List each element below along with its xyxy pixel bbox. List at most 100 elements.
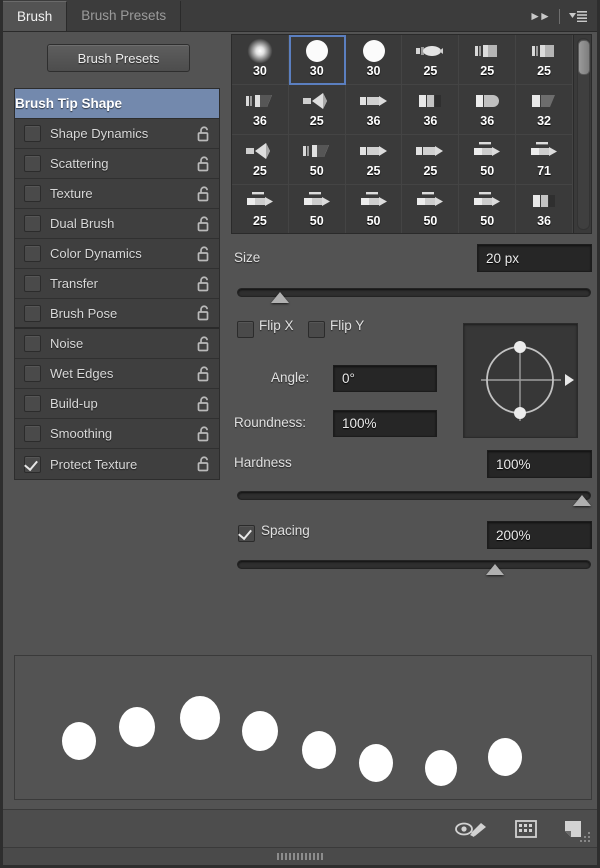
lock-icon[interactable] <box>193 149 215 179</box>
brush-tip-cell[interactable]: 71 <box>516 135 573 185</box>
tab-brush-presets[interactable]: Brush Presets <box>67 1 182 31</box>
brush-tip-cell[interactable]: 25 <box>516 35 573 85</box>
brush-tip-size: 50 <box>480 214 495 228</box>
sidebar-item-label: Brush Pose <box>50 305 118 321</box>
roundness-input[interactable]: 100% <box>333 410 437 437</box>
sidebar-item-shape-dynamics[interactable]: Shape Dynamics <box>15 119 219 149</box>
lock-icon[interactable] <box>193 119 215 149</box>
brush-tip-bristle-icon <box>356 188 392 214</box>
size-slider-thumb[interactable] <box>270 292 289 303</box>
sidebar-item-wet-edges[interactable]: Wet Edges <box>15 359 219 389</box>
lock-icon[interactable] <box>193 329 215 359</box>
spacing-input[interactable]: 200% <box>487 521 592 549</box>
brush-tip-cell[interactable]: 50 <box>288 135 346 185</box>
sidebar-item-checkbox[interactable] <box>24 335 41 352</box>
brush-tip-cell[interactable]: 30 <box>288 35 346 85</box>
brush-tip-angled-block-icon <box>526 88 562 114</box>
toggle-brush-settings-icon[interactable] <box>455 819 489 839</box>
size-slider-track[interactable] <box>237 288 591 297</box>
spacing-slider-thumb[interactable] <box>485 564 504 575</box>
sidebar-item-scattering[interactable]: Scattering <box>15 149 219 179</box>
sidebar-item-label: Noise <box>50 336 84 351</box>
sidebar-item-checkbox[interactable] <box>24 245 41 262</box>
brush-tip-cell[interactable]: 36 <box>232 85 289 135</box>
hardness-slider-track[interactable] <box>237 491 591 500</box>
panel-resize-bar[interactable] <box>3 847 597 865</box>
brush-tip-cell[interactable]: 25 <box>345 135 403 185</box>
lock-icon[interactable] <box>193 419 215 449</box>
sidebar-item-checkbox[interactable] <box>24 455 41 473</box>
brush-tip-cell[interactable]: 50 <box>459 185 517 233</box>
brush-tip-grid[interactable]: 30 30 30 25 25 25 36 25 36 36 36 32 25 50 25 25 50 71 25 50… <box>232 35 573 233</box>
sidebar-item-checkbox[interactable] <box>24 425 41 442</box>
brush-tip-pointed-icon <box>356 88 392 114</box>
brush-tip-cell[interactable]: 50 <box>346 185 403 233</box>
hardness-input[interactable]: 100% <box>487 450 592 478</box>
sidebar-item-checkbox[interactable] <box>24 304 41 322</box>
brush-presets-grid-icon[interactable] <box>515 819 537 839</box>
sidebar-item-checkbox[interactable] <box>24 185 41 202</box>
brush-tip-cell[interactable]: 32 <box>516 85 573 135</box>
sidebar-item-noise[interactable]: Noise <box>15 329 219 359</box>
flip-y-checkbox[interactable] <box>308 321 325 338</box>
brush-tip-cell[interactable]: 36 <box>516 185 573 233</box>
sidebar-item-brush-pose[interactable]: Brush Pose <box>15 299 219 329</box>
brush-tip-cell[interactable]: 25 <box>232 135 289 185</box>
brush-tip-cell[interactable]: 50 <box>402 185 460 233</box>
brush-tip-size: 36 <box>252 114 267 128</box>
sidebar-item-dual-brush[interactable]: Dual Brush <box>15 209 219 239</box>
brush-tip-cell[interactable]: 25 <box>288 85 346 135</box>
sidebar-item-checkbox[interactable] <box>24 395 41 412</box>
lock-icon[interactable] <box>193 179 215 209</box>
brush-tip-cell[interactable]: 30 <box>232 35 289 85</box>
panel-menu-icon[interactable] <box>565 1 591 31</box>
panel-resize-grip[interactable] <box>277 853 323 860</box>
spacing-slider-track[interactable] <box>237 560 591 569</box>
preview-brush-dot <box>180 696 220 740</box>
hardness-slider-thumb[interactable] <box>573 495 591 506</box>
brush-tip-cell[interactable]: 50 <box>459 135 517 185</box>
angle-roundness-control[interactable] <box>463 323 578 438</box>
sidebar-item-checkbox[interactable] <box>24 155 41 172</box>
sidebar-item-smoothing[interactable]: Smoothing <box>15 419 219 449</box>
size-input[interactable]: 20 px <box>477 244 592 272</box>
brush-grid-scrollbar[interactable] <box>573 35 591 233</box>
sidebar-item-brush-tip-shape[interactable]: Brush Tip Shape <box>15 89 219 119</box>
double-chevron-right-icon[interactable]: ►► <box>524 1 554 31</box>
lock-icon[interactable] <box>193 389 215 419</box>
brush-tip-cell[interactable]: 36 <box>459 85 517 135</box>
sidebar-item-checkbox[interactable] <box>24 365 41 382</box>
brush-tip-size: 25 <box>252 164 267 178</box>
panel-resize-corner[interactable] <box>578 829 594 845</box>
brush-tip-cell[interactable]: 25 <box>459 35 517 85</box>
spacing-checkbox[interactable] <box>238 525 255 542</box>
sidebar-item-label: Transfer <box>50 276 98 291</box>
angle-input[interactable]: 0° <box>333 365 437 392</box>
lock-icon[interactable] <box>193 239 215 269</box>
brush-tip-cell[interactable]: 50 <box>289 185 346 233</box>
sidebar-item-checkbox[interactable] <box>24 275 41 292</box>
sidebar-item-checkbox[interactable] <box>24 125 41 142</box>
brush-tip-cell[interactable]: 25 <box>402 35 460 85</box>
flip-x-checkbox[interactable] <box>237 321 254 338</box>
brush-tip-cell[interactable]: 25 <box>402 135 460 185</box>
brush-tip-cell[interactable]: 36 <box>402 85 460 135</box>
lock-icon[interactable] <box>193 209 215 239</box>
sidebar-item-transfer[interactable]: Transfer <box>15 269 219 299</box>
brush-presets-button[interactable]: Brush Presets <box>47 44 190 72</box>
tab-brush[interactable]: Brush <box>3 1 68 31</box>
scrollbar-thumb[interactable] <box>578 40 590 75</box>
lock-icon[interactable] <box>193 449 215 479</box>
sidebar-item-protect-texture[interactable]: Protect Texture <box>15 449 219 479</box>
lock-icon[interactable] <box>193 298 215 328</box>
sidebar-item-texture[interactable]: Texture <box>15 179 219 209</box>
lock-icon[interactable] <box>193 269 215 299</box>
lock-icon[interactable] <box>193 359 215 389</box>
angle-label: Angle: <box>271 370 310 385</box>
sidebar-item-color-dynamics[interactable]: Color Dynamics <box>15 239 219 269</box>
sidebar-item-build-up[interactable]: Build-up <box>15 389 219 419</box>
brush-tip-cell[interactable]: 30 <box>345 35 403 85</box>
brush-tip-cell[interactable]: 36 <box>345 85 403 135</box>
sidebar-item-checkbox[interactable] <box>24 215 41 232</box>
brush-tip-cell[interactable]: 25 <box>232 185 289 233</box>
